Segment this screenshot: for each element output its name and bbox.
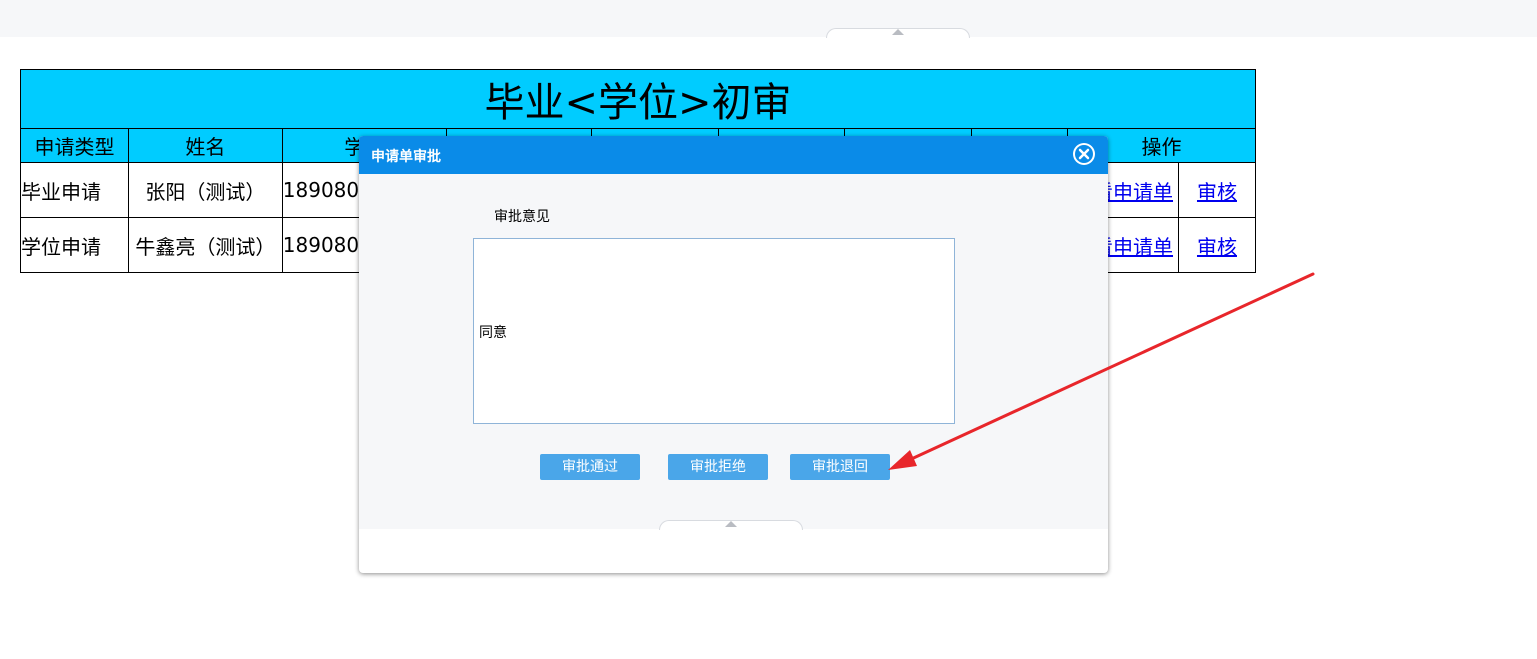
review-link[interactable]: 审核: [1197, 235, 1237, 259]
return-button[interactable]: 审批退回: [790, 454, 890, 480]
reject-button[interactable]: 审批拒绝: [668, 454, 768, 480]
col-header-name: 姓名: [127, 128, 283, 163]
dialog-body: 审批意见 同意 审批通过 审批拒绝 审批退回: [359, 174, 1108, 530]
opinion-textarea[interactable]: 同意: [473, 238, 955, 424]
chevron-up-icon: [892, 29, 904, 35]
opinion-label: 审批意见: [494, 209, 550, 225]
approval-dialog: 申请单审批 审批意见 同意 审批通过 审批拒绝 审批退回: [359, 136, 1108, 573]
top-bar: [0, 0, 1537, 37]
close-button[interactable]: [1073, 143, 1095, 165]
collapse-toggle-bottom[interactable]: [659, 520, 803, 530]
col-header-type: 申请类型: [20, 128, 129, 163]
review-link[interactable]: 审核: [1197, 180, 1237, 204]
dialog-header: 申请单审批: [359, 136, 1108, 174]
title-row: 毕业<学位>初审: [20, 69, 1256, 129]
cell-type: 毕业申请: [20, 162, 129, 218]
cell-name: 张阳（测试）: [127, 162, 283, 218]
chevron-up-icon: [725, 521, 737, 527]
opinion-value: 同意: [479, 325, 507, 341]
approve-button[interactable]: 审批通过: [540, 454, 640, 480]
page-title: 毕业<学位>初审: [20, 69, 1256, 129]
cell-type: 学位申请: [20, 217, 129, 273]
close-icon: [1075, 145, 1093, 163]
cell-name: 牛鑫亮（测试）: [127, 217, 283, 273]
dialog-title: 申请单审批: [371, 149, 441, 165]
collapse-toggle-top[interactable]: [826, 28, 970, 38]
